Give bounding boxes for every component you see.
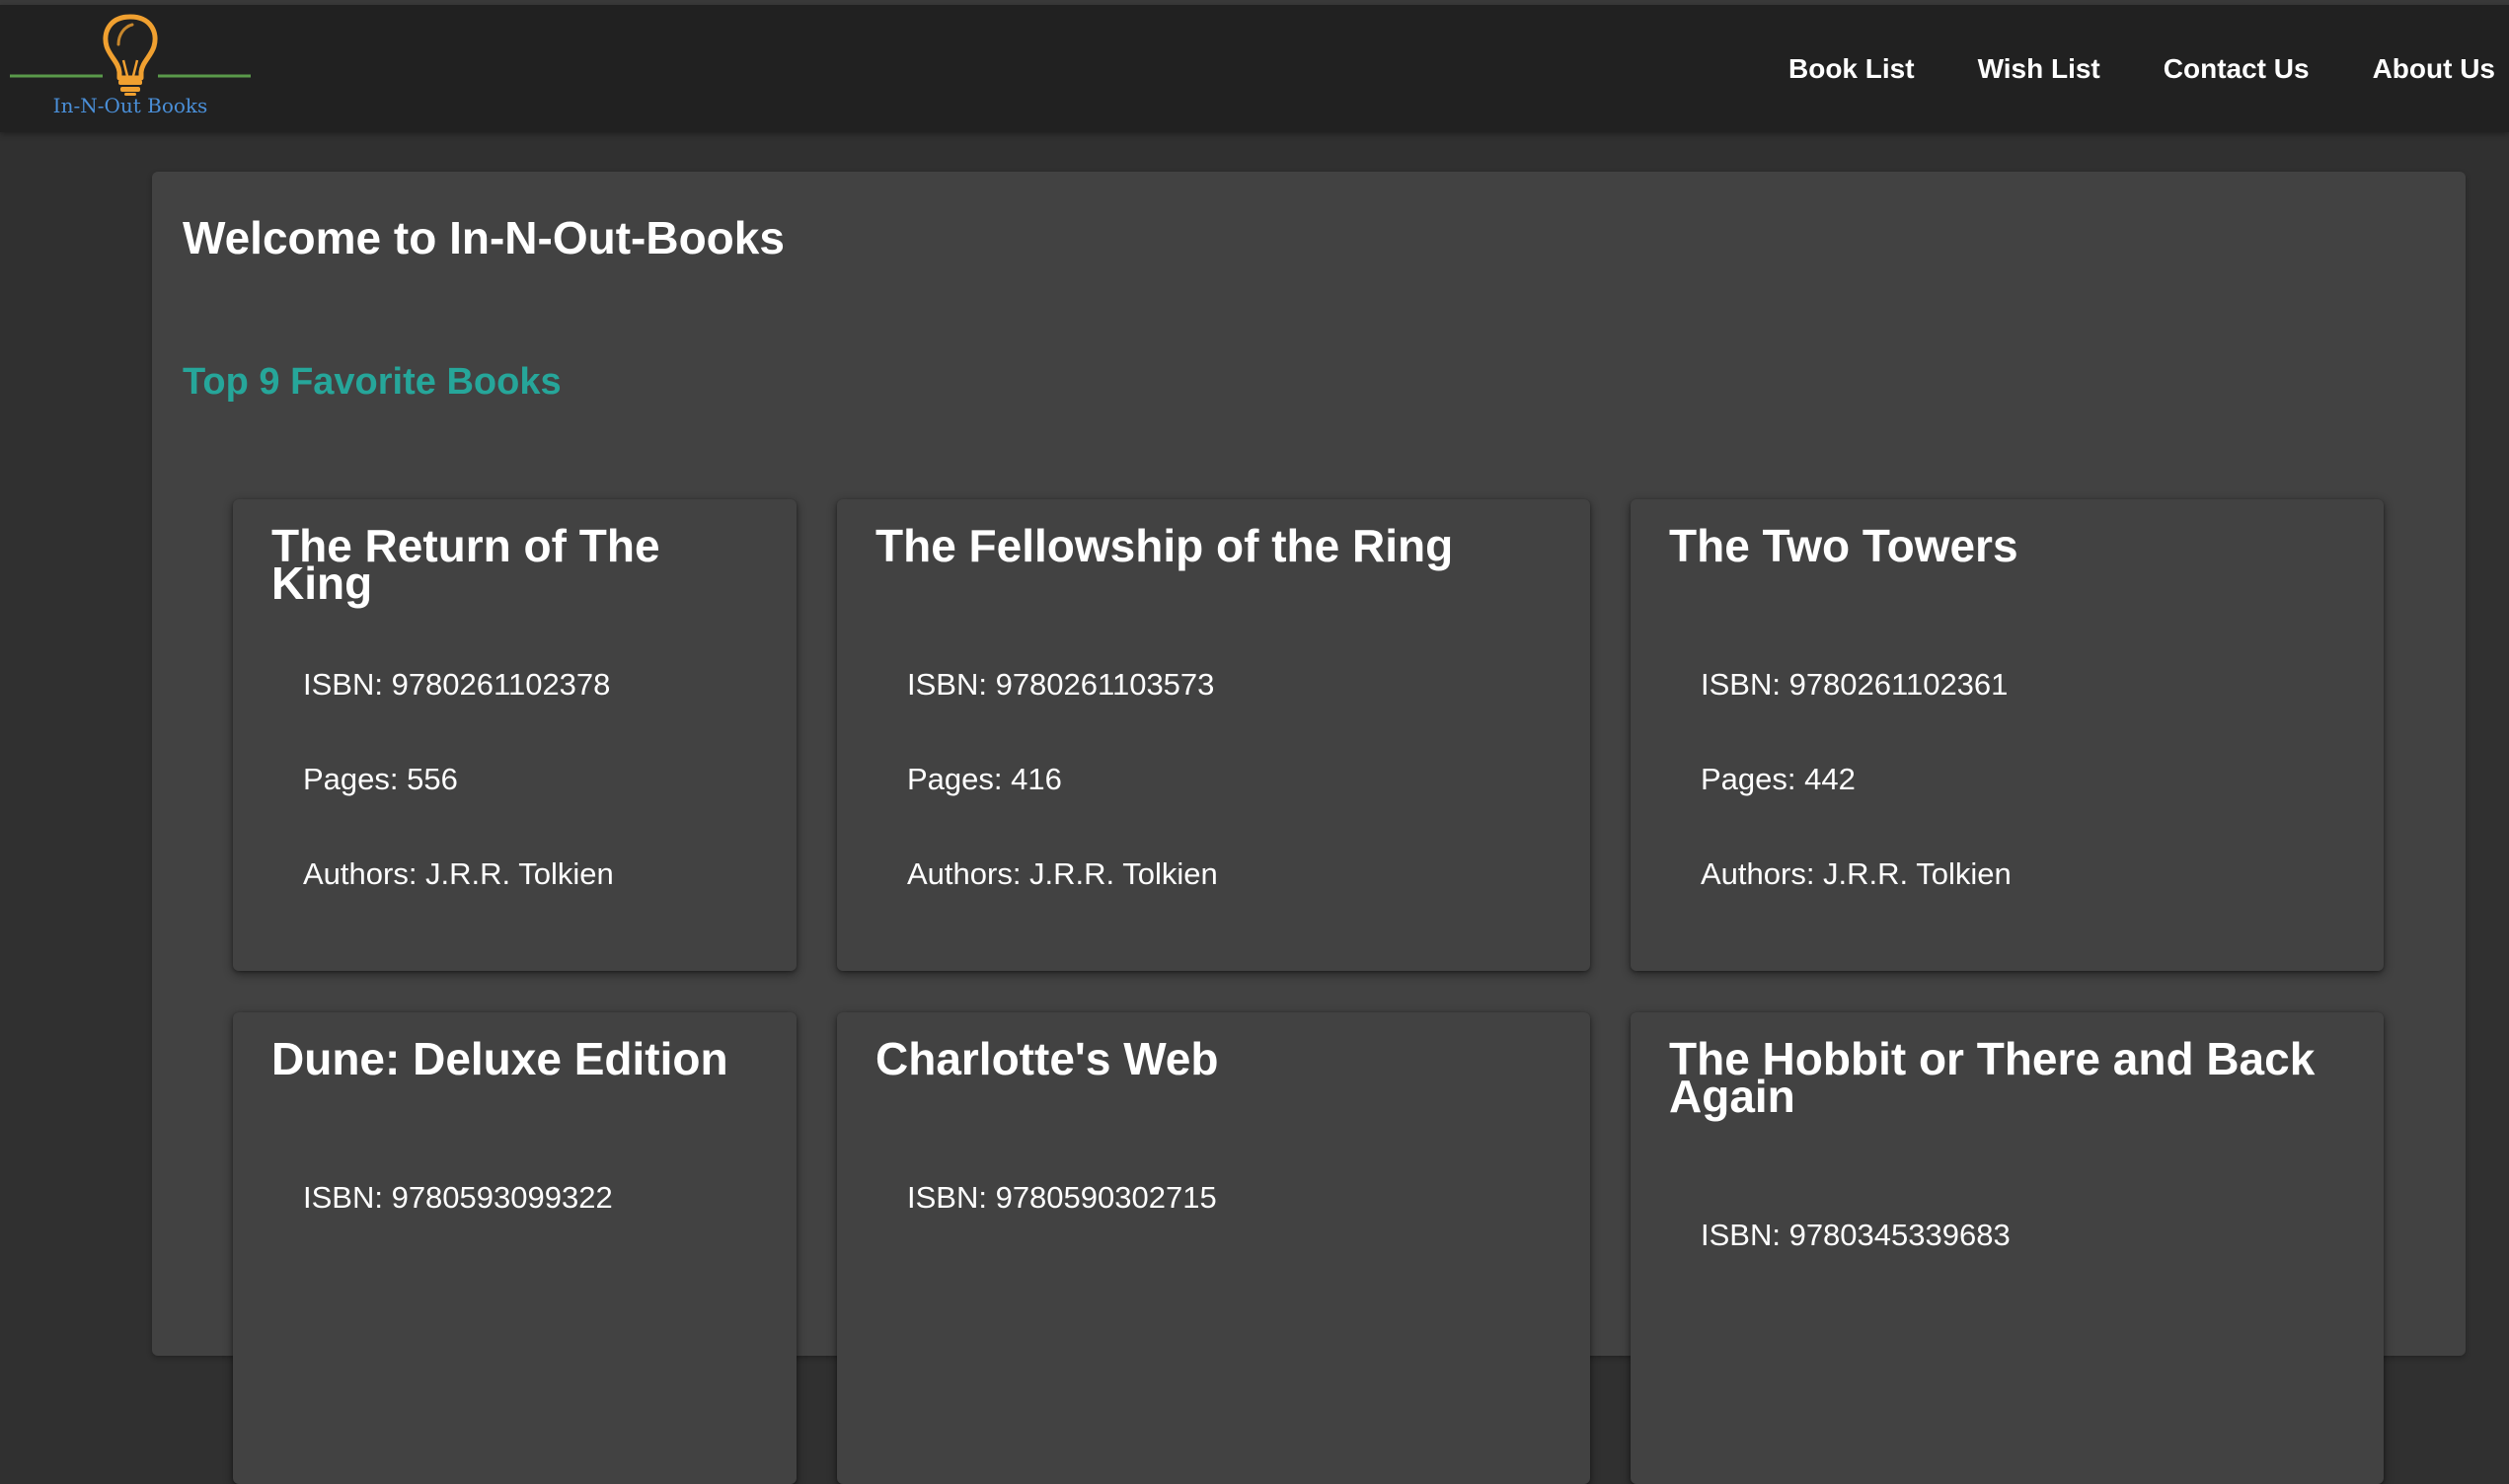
book-card[interactable]: The Hobbit or There and Back Again ISBN:… [1631, 1012, 2384, 1484]
logo-text: In-N-Out Books [52, 94, 208, 117]
book-authors: Authors: J.R.R. Tolkien [303, 856, 614, 891]
book-pages: Pages: 556 [303, 762, 458, 796]
book-isbn: ISBN: 9780261103573 [907, 667, 1215, 702]
nav-about-us[interactable]: About Us [2341, 5, 2509, 132]
section-subtitle: Top 9 Favorite Books [183, 361, 562, 403]
book-authors: Authors: J.R.R. Tolkien [907, 856, 1218, 891]
nav-contact-us[interactable]: Contact Us [2132, 5, 2341, 132]
book-title: Charlotte's Web [875, 1033, 1219, 1084]
book-card[interactable]: The Two Towers ISBN: 9780261102361 Pages… [1631, 499, 2384, 971]
book-card[interactable]: The Fellowship of the Ring ISBN: 9780261… [837, 499, 1590, 971]
logo[interactable]: In-N-Out Books [8, 11, 253, 121]
book-card[interactable]: Charlotte's Web ISBN: 9780590302715 [837, 1012, 1590, 1484]
book-isbn: ISBN: 9780593099322 [303, 1180, 613, 1215]
nav-menu: Book List Wish List Contact Us About Us [1757, 5, 2509, 132]
nav-wish-list[interactable]: Wish List [1946, 5, 2132, 132]
lightbulb-icon [10, 14, 251, 96]
main-content-card: Welcome to In-N-Out-Books Top 9 Favorite… [152, 172, 2466, 1484]
book-isbn: ISBN: 9780261102378 [303, 667, 611, 702]
book-title: The Fellowship of the Ring [875, 520, 1454, 571]
book-pages: Pages: 442 [1701, 762, 1856, 796]
book-title: The Hobbit or There and Back Again [1669, 1033, 2316, 1122]
book-card[interactable]: Dune: Deluxe Edition ISBN: 9780593099322 [233, 1012, 797, 1484]
book-card[interactable]: The Return of The King ISBN: 97802611023… [233, 499, 797, 971]
book-title: The Return of The King [271, 520, 660, 609]
book-authors: Authors: J.R.R. Tolkien [1701, 856, 2012, 891]
book-pages: Pages: 416 [907, 762, 1062, 796]
nav-book-list[interactable]: Book List [1757, 5, 1946, 132]
book-title: Dune: Deluxe Edition [271, 1033, 728, 1084]
book-isbn: ISBN: 9780261102361 [1701, 667, 2009, 702]
navbar: In-N-Out Books Book List Wish List Conta… [0, 5, 2509, 132]
book-title: The Two Towers [1669, 520, 2018, 571]
page-title: Welcome to In-N-Out-Books [183, 212, 785, 263]
book-isbn: ISBN: 9780345339683 [1701, 1218, 2011, 1252]
book-isbn: ISBN: 9780590302715 [907, 1180, 1217, 1215]
